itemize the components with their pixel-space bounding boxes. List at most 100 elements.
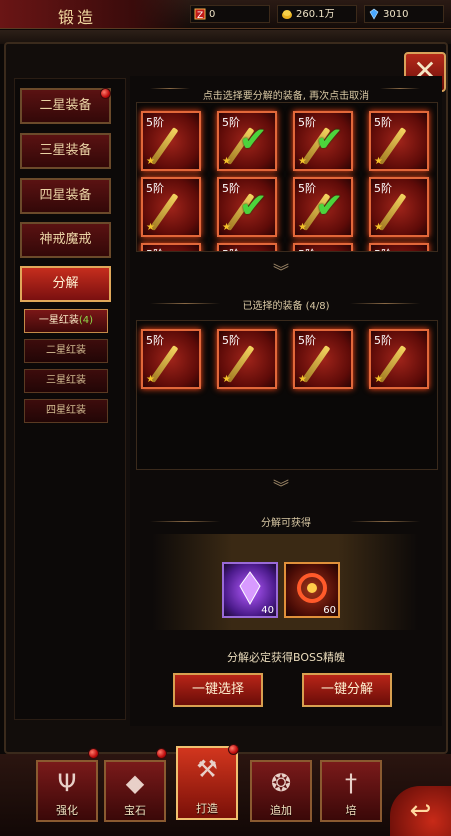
- item-level: 5阶: [222, 246, 240, 251]
- tab-trident[interactable]: Ψ 强化: [36, 760, 98, 822]
- equipment-slot[interactable]: 5阶★: [141, 111, 201, 171]
- equipment-slot[interactable]: 5阶★: [217, 243, 277, 251]
- page-title: 锻造: [58, 8, 97, 27]
- item-level: 5阶: [146, 334, 164, 347]
- notification-dot: [156, 748, 167, 759]
- red-gem-value: 0: [209, 9, 216, 20]
- menu-label: 三星装备: [39, 143, 92, 158]
- gem-icon: ◆: [125, 769, 145, 797]
- button-label: 一键分解: [320, 682, 373, 697]
- menu-label: 二星装备: [39, 98, 92, 113]
- star-icon: ★: [146, 222, 155, 233]
- check-icon: ✔: [315, 186, 344, 226]
- equipment-slot[interactable]: 5阶 ★ ✔: [217, 111, 277, 171]
- menu-label: 四星装备: [39, 188, 92, 203]
- star-icon: ★: [374, 222, 383, 233]
- menu-three-star-equip[interactable]: 三星装备: [20, 133, 111, 169]
- equipment-slot[interactable]: 5阶★: [141, 329, 201, 389]
- tab-label: 宝石: [124, 804, 146, 817]
- gold-value: 260.1万: [296, 9, 335, 20]
- tab-hammer[interactable]: ⚒ 打造: [176, 746, 238, 820]
- notification-dot: [88, 748, 99, 759]
- button-label: 一键选择: [191, 682, 244, 697]
- select-hint: 点击选择要分解的装备, 再次点击取消: [202, 91, 370, 102]
- diamond-icon: [369, 8, 379, 20]
- tab-label: 追加: [270, 804, 292, 817]
- red-boss-essence-icon: [297, 573, 327, 603]
- star-icon: ★: [374, 374, 383, 385]
- gold-coin-icon: [282, 10, 292, 19]
- svg-text:Z: Z: [197, 11, 203, 20]
- sub-label: 一星红装: [38, 315, 79, 326]
- selected-grid: 5阶 ★ 5阶 ★ 5阶 ★ 5阶 ★: [136, 320, 438, 470]
- equipment-slot[interactable]: 5阶 ★: [141, 177, 201, 237]
- menu-four-star-equip[interactable]: 四星装备: [20, 178, 111, 214]
- equipment-slot[interactable]: 5阶 ★ ✔: [293, 111, 353, 171]
- menu-label: 神戒魔戒: [39, 232, 92, 247]
- red-gem-resource: Z 0: [190, 5, 270, 23]
- star-icon: ★: [222, 222, 231, 233]
- sub-label: 四星红装: [46, 405, 86, 416]
- diamond-resource: 3010: [364, 5, 444, 23]
- notification-dot: [228, 744, 239, 755]
- boss-essence-reward[interactable]: 60: [284, 562, 340, 618]
- star-icon: ★: [298, 222, 307, 233]
- star-icon: ★: [298, 374, 307, 385]
- tab-emblem[interactable]: ❂ 追加: [250, 760, 312, 822]
- chevron-down-icon: ︾: [272, 262, 289, 281]
- sub-label: 二星红装: [46, 345, 86, 356]
- sub-label: 三星红装: [46, 375, 86, 386]
- item-level: 5阶: [374, 182, 392, 195]
- sub-four-star-red[interactable]: 四星红装: [24, 399, 108, 423]
- sub-count: (4): [78, 315, 94, 326]
- trident-icon: Ψ: [57, 769, 77, 797]
- back-button[interactable]: ↩: [390, 786, 451, 836]
- equipment-slot[interactable]: 5阶★: [141, 243, 201, 251]
- notification-dot: [100, 88, 111, 99]
- equipment-slot[interactable]: 5阶 ★: [369, 177, 429, 237]
- menu-two-star-equip[interactable]: 二星装备: [20, 88, 111, 124]
- equipment-slot[interactable]: 5阶★: [293, 243, 353, 251]
- tab-sword[interactable]: † 培: [320, 760, 382, 822]
- red-gem-icon: Z: [194, 8, 206, 20]
- item-level: 5阶: [374, 334, 392, 347]
- back-arrow-icon: ↩: [409, 796, 432, 826]
- equipment-slot[interactable]: 5阶 ★ ✔: [293, 177, 353, 237]
- reward-note: 分解必定获得BOSS精魄: [227, 651, 345, 664]
- equipment-slot[interactable]: 5阶★: [369, 243, 429, 251]
- tab-gem[interactable]: ◆ 宝石: [104, 760, 166, 822]
- sword-icon: †: [345, 769, 357, 797]
- reward-count: 40: [261, 605, 274, 616]
- sub-one-star-red[interactable]: 一星红装(4): [24, 309, 108, 333]
- sub-three-star-red[interactable]: 三星红装: [24, 369, 108, 393]
- item-level: 5阶: [146, 182, 164, 195]
- item-level: 5阶: [374, 246, 392, 251]
- menu-label: 分解: [52, 276, 79, 291]
- item-level: 5阶: [298, 182, 316, 195]
- star-icon: ★: [146, 156, 155, 167]
- select-all-button[interactable]: 一键选择: [173, 673, 263, 707]
- reward-title: 分解可获得: [261, 518, 311, 529]
- menu-ring[interactable]: 神戒魔戒: [20, 222, 111, 258]
- menu-decompose[interactable]: 分解: [20, 266, 111, 302]
- sub-two-star-red[interactable]: 二星红装: [24, 339, 108, 363]
- item-level: 5阶: [222, 182, 240, 195]
- decompose-all-button[interactable]: 一键分解: [302, 673, 392, 707]
- item-level: 5阶: [374, 116, 392, 129]
- equipment-slot[interactable]: 5阶 ★: [369, 329, 429, 389]
- purple-crystal-reward[interactable]: 40: [222, 562, 278, 618]
- star-icon: ★: [374, 156, 383, 167]
- diamond-value: 3010: [383, 9, 409, 20]
- check-icon: ✔: [315, 120, 344, 160]
- emblem-icon: ❂: [270, 769, 292, 797]
- equipment-slot[interactable]: 5阶★: [217, 329, 277, 389]
- tab-label: 打造: [196, 802, 218, 815]
- check-icon: ✔: [239, 186, 268, 226]
- equipment-slot[interactable]: 5阶 ★ ✔: [217, 177, 277, 237]
- reward-count: 60: [323, 605, 336, 616]
- hammer-icon: ⚒: [196, 755, 218, 783]
- equipment-slot[interactable]: 5阶 ★: [293, 329, 353, 389]
- item-level: 5阶: [298, 334, 316, 347]
- equipment-slot[interactable]: 5阶 ★: [369, 111, 429, 171]
- item-level: 5阶: [222, 334, 240, 347]
